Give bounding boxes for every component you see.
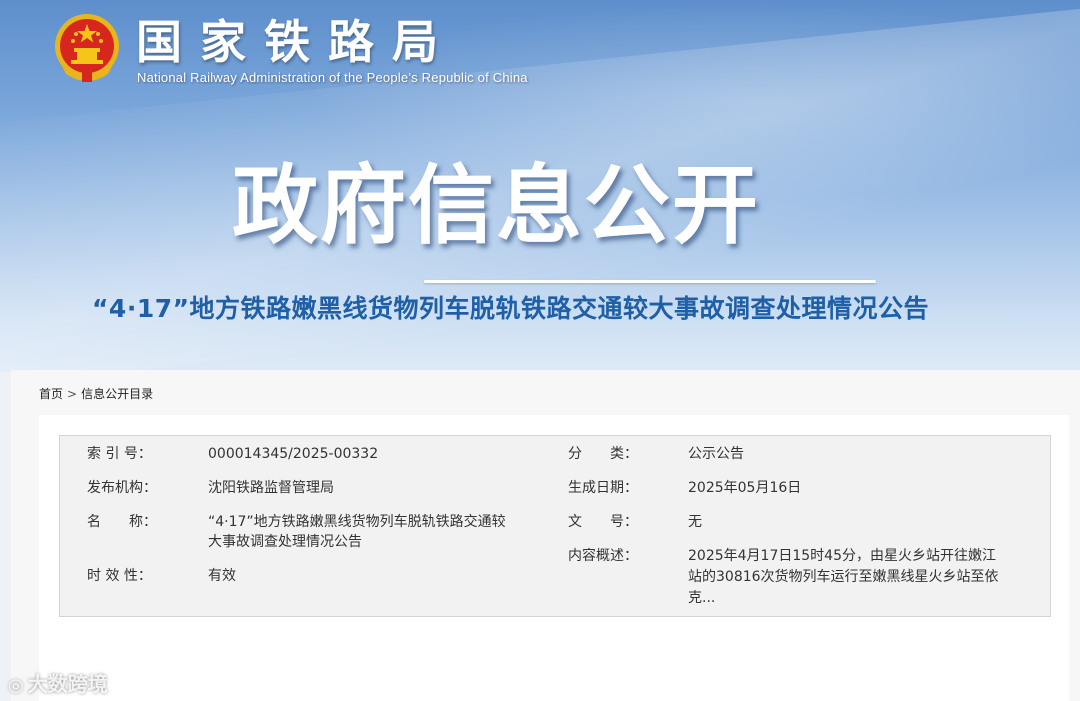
content-area: 首页 > 信息公开目录 索 引 号： 000014345/2025-00332 分 … — [11, 370, 1080, 701]
breadcrumb-separator: > — [67, 387, 78, 401]
name-value-line2: 大事故调查处理情况公告 — [208, 534, 362, 550]
watermark-text: 大数跨境 — [27, 672, 108, 696]
summary-line2: 站的30816次货物列车运行至嫩黑线星火乡站至依 — [688, 569, 999, 585]
publisher-value: 沈阳铁路监督管理局 — [208, 480, 334, 496]
date-label: 生成日期： — [568, 480, 638, 496]
category-value: 公示公告 — [688, 446, 744, 462]
publisher-label: 发布机构： — [87, 480, 157, 496]
national-emblem-icon[interactable] — [52, 12, 122, 84]
watermark-logo-icon: ◎ — [8, 675, 24, 696]
hero-underline — [424, 280, 876, 283]
name-value-line1: “4·17”地方铁路嫩黑线货物列车脱轨铁路交通较 — [208, 514, 506, 530]
article-panel: 索 引 号： 000014345/2025-00332 分 类： 公示公告 发布… — [39, 415, 1069, 701]
docno-label: 文 号： — [568, 514, 638, 530]
breadcrumb-home-link[interactable]: 首页 — [39, 387, 63, 401]
docno-value: 无 — [688, 514, 702, 530]
breadcrumb: 首页 > 信息公开目录 — [39, 386, 153, 402]
org-name-en: National Railway Administration of the P… — [137, 70, 528, 85]
index-value: 000014345/2025-00332 — [208, 446, 379, 462]
validity-label: 时 效 性： — [87, 568, 152, 584]
document-title: “4·17”地方铁路嫩黑线货物列车脱轨铁路交通较大事故调查处理情况公告 — [92, 294, 930, 323]
date-value: 2025年05月16日 — [688, 480, 802, 496]
watermark: ◎ 大数跨境 — [8, 668, 108, 697]
index-label: 索 引 号： — [87, 446, 152, 462]
validity-value: 有效 — [208, 568, 236, 584]
name-label: 名 称： — [87, 514, 157, 530]
hero-title: 政府信息公开 — [232, 156, 760, 256]
org-name-cn[interactable]: 国家铁路局 — [136, 14, 456, 70]
metadata-table: 索 引 号： 000014345/2025-00332 分 类： 公示公告 发布… — [59, 435, 1051, 617]
summary-line3: 克... — [688, 590, 716, 606]
summary-line1: 2025年4月17日15时45分，由星火乡站开往嫩江 — [688, 548, 996, 564]
breadcrumb-current-link[interactable]: 信息公开目录 — [81, 387, 153, 401]
category-label: 分 类： — [568, 446, 638, 462]
summary-label: 内容概述： — [568, 548, 638, 564]
